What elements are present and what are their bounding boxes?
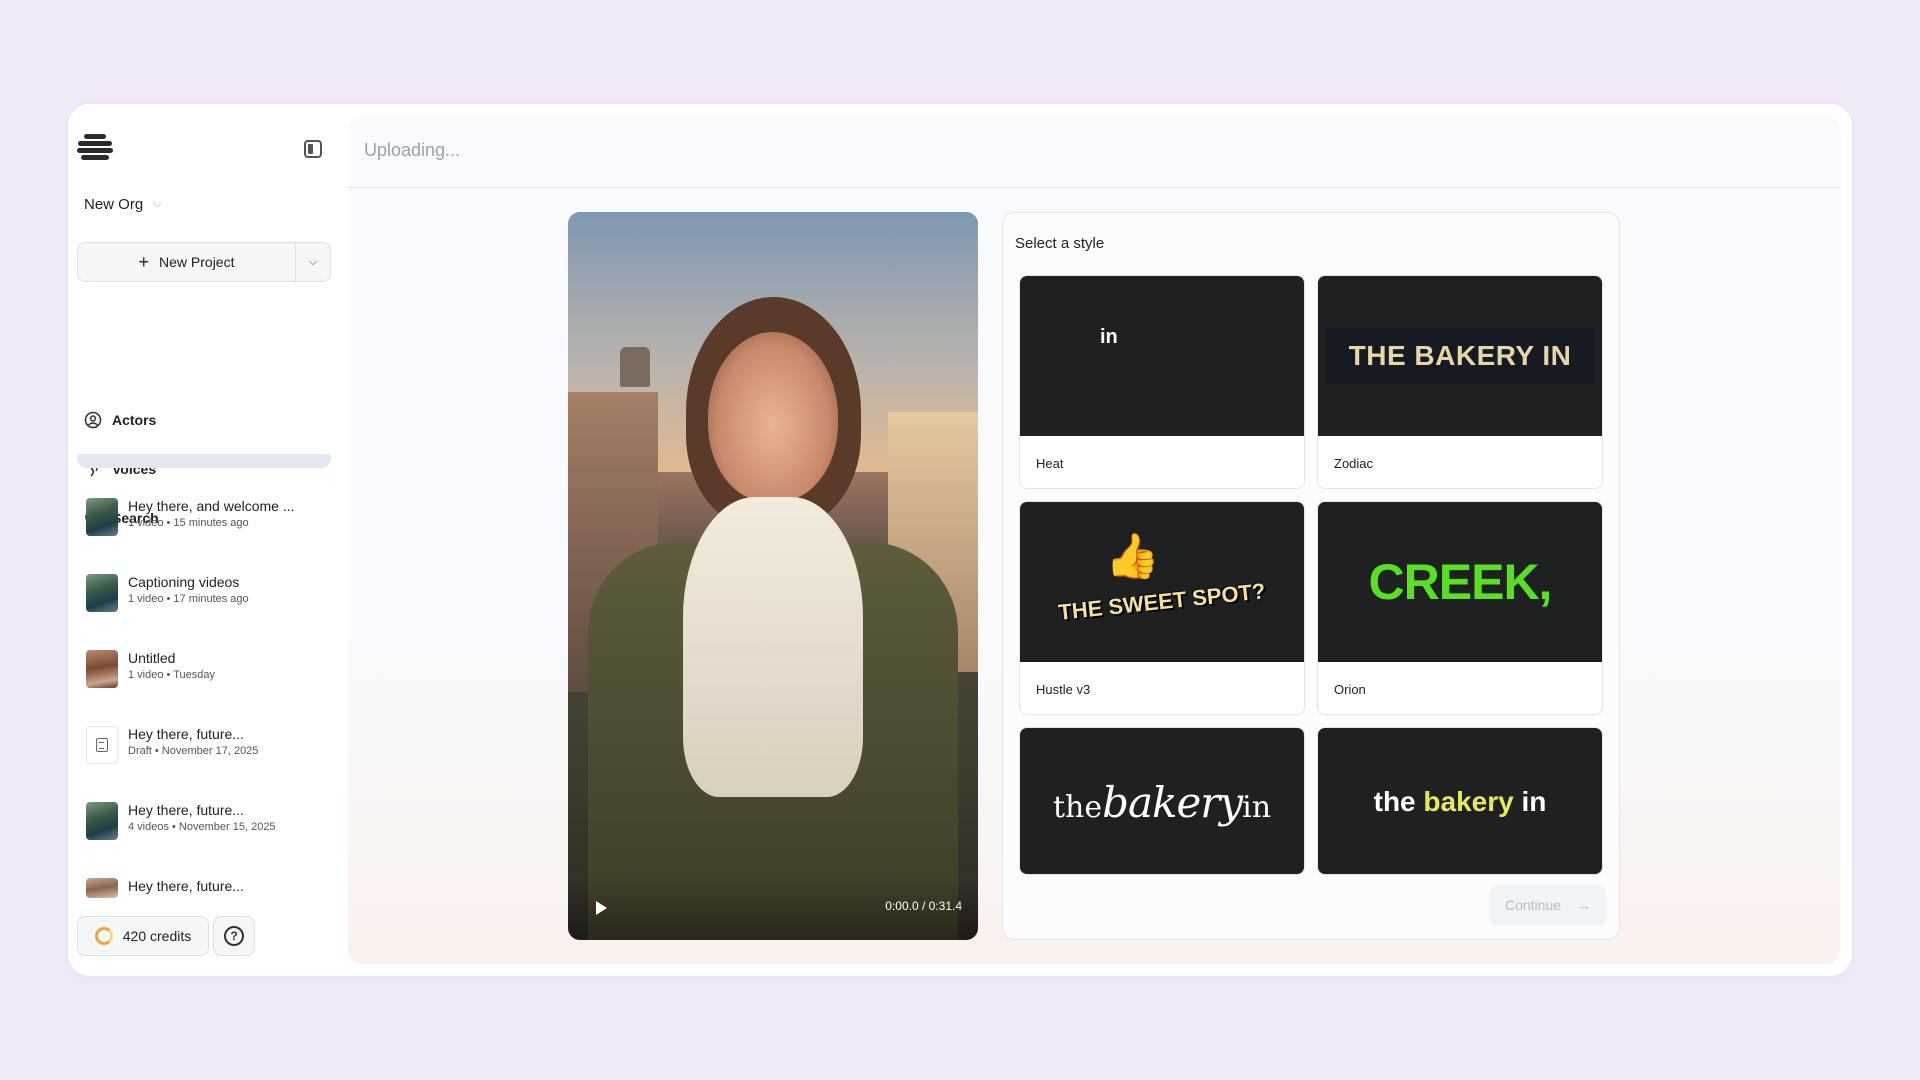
style-panel: Select a style in Heat THE BAKERY IN Zod… bbox=[1002, 212, 1620, 940]
project-thumbnail bbox=[86, 726, 118, 764]
style-preview: CREEK, bbox=[1318, 502, 1602, 662]
style-preview: thebakeryin bbox=[1020, 728, 1304, 874]
preview-text: THE SWEET SPOT? bbox=[1057, 578, 1267, 625]
style-card-5[interactable]: thebakeryin bbox=[1019, 727, 1305, 875]
style-card-6[interactable]: the bakery in bbox=[1317, 727, 1603, 875]
user-circle-icon bbox=[84, 411, 102, 429]
continue-label: Continue bbox=[1504, 897, 1562, 913]
plus-icon: + bbox=[138, 251, 150, 272]
style-name: Heat bbox=[1036, 456, 1064, 471]
sidebar-item-label: Actors bbox=[112, 412, 157, 428]
continue-button[interactable]: Continue → bbox=[1489, 885, 1607, 925]
sidebar-toggle-icon[interactable] bbox=[304, 140, 322, 158]
org-name: New Org bbox=[84, 196, 144, 213]
new-project-dropdown-button[interactable]: ⌵ bbox=[296, 243, 330, 281]
document-icon bbox=[96, 738, 108, 752]
style-card-orion[interactable]: CREEK, Orion bbox=[1317, 501, 1603, 715]
new-project-control: + New Project ⌵ bbox=[77, 242, 331, 282]
project-thumbnail bbox=[86, 878, 118, 898]
video-player[interactable]: 0:00.0 / 0:31.4 bbox=[568, 212, 978, 940]
credits-label: 420 credits bbox=[122, 928, 192, 944]
project-thumbnail bbox=[86, 650, 118, 688]
project-meta: 1 video • Tuesday bbox=[128, 669, 216, 681]
project-meta: Draft • November 17, 2025 bbox=[128, 745, 259, 757]
preview-text: CREEK, bbox=[1368, 554, 1553, 610]
help-icon: ? bbox=[224, 926, 244, 946]
style-card-heat[interactable]: in Heat bbox=[1019, 275, 1305, 489]
org-switcher[interactable]: New Org ⌵ bbox=[84, 196, 162, 213]
sidebar-divider bbox=[77, 454, 331, 468]
play-icon[interactable] bbox=[596, 901, 607, 915]
project-item[interactable]: Hey there, future... Draft • November 17… bbox=[86, 726, 326, 770]
preview-text: THE BAKERY IN bbox=[1324, 328, 1596, 384]
sidebar: New Org ⌵ + New Project ⌵ Actors Voices bbox=[68, 104, 348, 976]
credits-icon bbox=[94, 927, 113, 945]
video-time: 0:00.0 / 0:31.4 bbox=[885, 899, 962, 913]
chevron-down-icon: ⌵ bbox=[308, 255, 318, 268]
page-title: Uploading... bbox=[364, 140, 461, 160]
project-meta: 1 video • 15 minutes ago bbox=[128, 517, 249, 529]
chevron-down-icon: ⌵ bbox=[153, 198, 162, 210]
new-project-button[interactable]: + New Project bbox=[78, 243, 296, 281]
project-meta: 4 videos • November 15, 2025 bbox=[128, 821, 276, 833]
main-panel: Uploading... 0:00.0 / 0:31.4 Select a st… bbox=[348, 116, 1840, 964]
person-face bbox=[708, 332, 838, 502]
water-tower bbox=[620, 347, 650, 387]
style-card-zodiac[interactable]: THE BAKERY IN Zodiac bbox=[1317, 275, 1603, 489]
help-button[interactable]: ? bbox=[213, 916, 255, 956]
new-project-label: New Project bbox=[159, 254, 235, 270]
header: Uploading... bbox=[348, 116, 1840, 188]
project-meta: 1 video • 17 minutes ago bbox=[128, 593, 249, 605]
project-thumbnail bbox=[86, 574, 118, 612]
project-title: Hey there, future... bbox=[128, 726, 244, 742]
project-item[interactable]: Captioning videos 1 video • 17 minutes a… bbox=[86, 574, 326, 618]
app-window: New Org ⌵ + New Project ⌵ Actors Voices bbox=[68, 104, 1852, 976]
preview-text: the bakery in bbox=[1373, 786, 1547, 817]
style-name: Zodiac bbox=[1334, 456, 1374, 471]
preview-text: in bbox=[1100, 326, 1118, 348]
style-preview: THE BAKERY IN bbox=[1318, 276, 1602, 436]
logo-icon[interactable] bbox=[76, 132, 114, 166]
style-name: Orion bbox=[1334, 682, 1366, 697]
project-thumbnail bbox=[86, 802, 118, 840]
style-card-hustle-v3[interactable]: 👍 THE SWEET SPOT? Hustle v3 bbox=[1019, 501, 1305, 715]
style-preview: in bbox=[1020, 276, 1304, 436]
thumbs-up-icon: 👍 bbox=[1105, 532, 1160, 581]
project-title: Hey there, future... bbox=[128, 878, 244, 894]
project-title: Hey there, future... bbox=[128, 802, 244, 818]
project-item[interactable]: Hey there, future... 4 videos • November… bbox=[86, 802, 326, 846]
arrow-right-icon: → bbox=[1577, 897, 1592, 913]
preview-text: thebakeryin bbox=[1052, 777, 1272, 827]
project-item[interactable]: Hey there, and welcome ... 1 video • 15 … bbox=[86, 498, 326, 542]
project-item[interactable]: Untitled 1 video • Tuesday bbox=[86, 650, 326, 694]
project-title: Untitled bbox=[128, 650, 176, 666]
style-name: Hustle v3 bbox=[1036, 682, 1091, 697]
style-preview: the bakery in bbox=[1318, 728, 1602, 874]
project-title: Hey there, and welcome ... bbox=[128, 498, 295, 514]
project-item[interactable]: Hey there, future... bbox=[86, 878, 326, 904]
style-preview: 👍 THE SWEET SPOT? bbox=[1020, 502, 1304, 662]
project-thumbnail bbox=[86, 498, 118, 536]
credits-button[interactable]: 420 credits bbox=[77, 916, 209, 956]
style-panel-title: Select a style bbox=[1015, 235, 1105, 252]
project-title: Captioning videos bbox=[128, 574, 240, 590]
sidebar-item-actors[interactable]: Actors bbox=[84, 406, 156, 434]
